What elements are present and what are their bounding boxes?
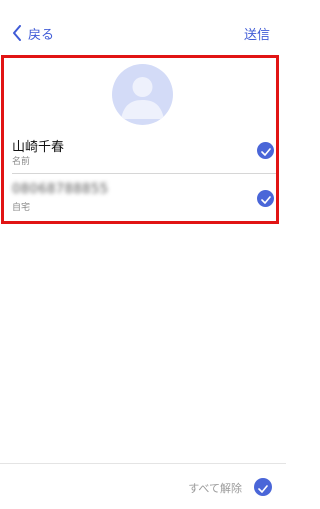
select-all-check-button[interactable] <box>254 478 272 496</box>
check-icon <box>258 478 268 497</box>
nav-bar: 戻る 送信 <box>0 0 286 60</box>
contact-phone: 08068788855 <box>12 182 109 197</box>
check-icon <box>260 189 271 208</box>
chevron-left-icon <box>12 25 22 41</box>
clear-all-button[interactable]: すべて解除 <box>188 480 242 496</box>
avatar <box>112 64 173 125</box>
back-button[interactable]: 戻る <box>12 22 54 44</box>
back-label: 戻る <box>28 27 55 43</box>
contact-phone-row[interactable]: 08068788855 自宅 <box>0 178 286 220</box>
contact-name-caption: 名前 <box>12 157 31 167</box>
row-divider <box>12 173 276 174</box>
footer-bar: すべて解除 <box>0 464 286 509</box>
contact-name: 山崎千春 <box>12 140 65 155</box>
send-button[interactable]: 送信 <box>244 24 270 43</box>
name-check-button[interactable] <box>257 142 274 159</box>
phone-check-button[interactable] <box>257 190 274 207</box>
check-icon <box>260 141 271 160</box>
contact-name-row[interactable]: 山崎千春 名前 <box>0 132 286 174</box>
contact-phone-caption: 自宅 <box>12 203 31 213</box>
